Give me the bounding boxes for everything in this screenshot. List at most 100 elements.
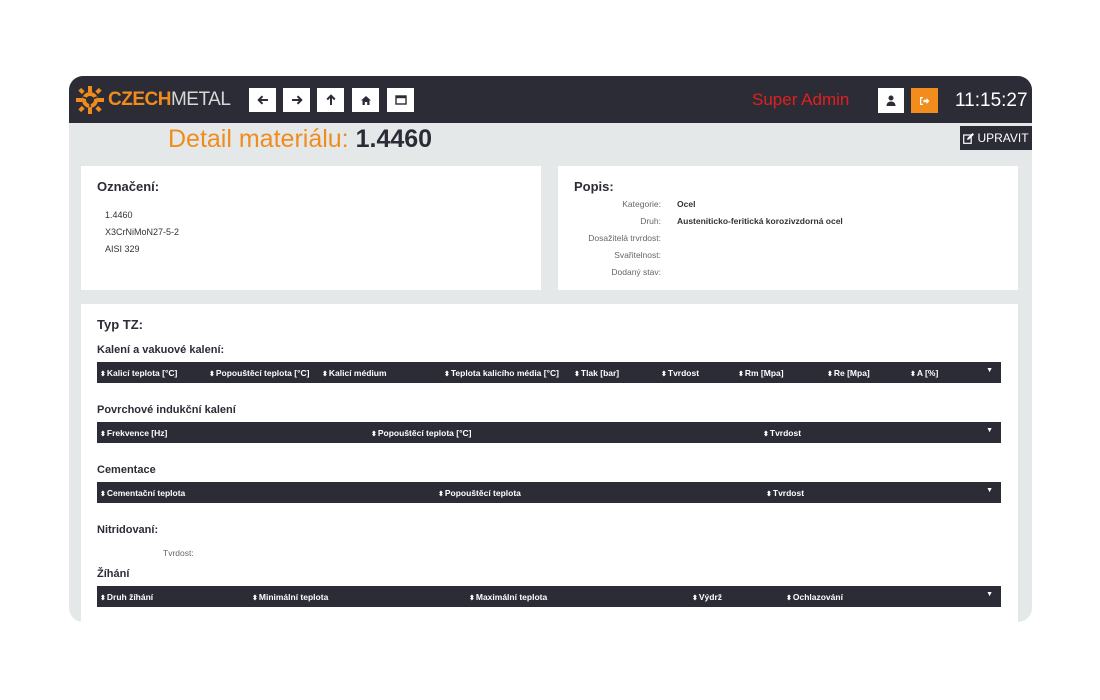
- window-icon: [394, 95, 407, 105]
- logout-icon: [920, 96, 930, 105]
- sort-icon: ⬍: [252, 595, 258, 602]
- edit-button-label: UPRAVIT: [977, 131, 1029, 145]
- sort-icon: ⬍: [209, 371, 215, 378]
- top-bar: CZECH METAL Super Admin 11:15:27: [69, 76, 1032, 123]
- sort-icon: ⬍: [100, 431, 106, 438]
- sort-icon: ⬍: [371, 431, 377, 438]
- forward-button[interactable]: [283, 88, 310, 112]
- sort-icon: ⬍: [100, 491, 106, 498]
- sort-icon: ⬍: [692, 595, 698, 602]
- povrchove-table-header: ⬍Frekvence [Hz] ⬍Popouštěcí teplota [°C]…: [97, 422, 1001, 443]
- logo-text-czech: CZECH: [108, 89, 171, 110]
- clock: 11:15:27: [955, 90, 1028, 111]
- logo[interactable]: CZECH METAL: [75, 85, 231, 115]
- prop-label: Dodaný stav:: [611, 267, 661, 277]
- sort-icon: ⬍: [444, 371, 450, 378]
- oznaceni-codes: 1.4460 X3CrNiMoN27-5-2 AISI 329: [105, 207, 179, 258]
- chevron-down-icon[interactable]: ▼: [986, 591, 993, 598]
- oznaceni-panel: Označení: 1.4460 X3CrNiMoN27-5-2 AISI 32…: [81, 166, 541, 290]
- sort-icon: ⬍: [100, 595, 106, 602]
- sort-icon: ⬍: [322, 371, 328, 378]
- gear-logo-icon: [76, 86, 104, 114]
- kaleni-title: Kalení a vakuové kalení:: [97, 344, 225, 356]
- up-button[interactable]: [317, 88, 344, 112]
- prop-label: Dosažitelá trvrdost:: [588, 233, 661, 243]
- column-header[interactable]: ⬍Frekvence [Hz]: [100, 428, 167, 438]
- cementace-title: Cementace: [97, 464, 156, 476]
- popis-values: Ocel Austeniticko-feritická korozivzdorn…: [677, 196, 843, 281]
- oznaceni-title: Označení:: [97, 179, 160, 194]
- column-header[interactable]: ⬍Popouštěcí teplota [°C]: [209, 368, 309, 378]
- typ-tz-panel: Typ TZ: Kalení a vakuové kalení: ⬍Kalicí…: [81, 304, 1018, 622]
- column-header[interactable]: ⬍Druh žíhání: [100, 592, 153, 602]
- sort-icon: ⬍: [910, 371, 916, 378]
- column-header[interactable]: ⬍Rm [Mpa]: [738, 368, 784, 378]
- logo-text-metal: METAL: [170, 89, 231, 110]
- column-header[interactable]: ⬍Tvrdost: [763, 428, 801, 438]
- edit-icon: [963, 132, 975, 144]
- column-header[interactable]: ⬍Popouštěcí teplota [°C]: [371, 428, 471, 438]
- sort-icon: ⬍: [786, 595, 792, 602]
- nitridovani-tvrdost-label: Tvrdost:: [163, 548, 194, 558]
- sort-icon: ⬍: [438, 491, 444, 498]
- column-header[interactable]: ⬍Minimální teplota: [252, 592, 328, 602]
- home-button[interactable]: [352, 88, 379, 112]
- prop-label: Svařitelnost:: [614, 250, 661, 260]
- arrow-right-icon: [291, 95, 303, 105]
- prop-label: Druh:: [640, 216, 661, 226]
- popis-panel: Popis: Kategorie: Druh: Dosažitelá trvrd…: [558, 166, 1018, 290]
- chevron-down-icon[interactable]: ▼: [986, 427, 993, 434]
- user-name[interactable]: Super Admin: [752, 90, 849, 110]
- code-item: X3CrNiMoN27-5-2: [105, 227, 180, 237]
- page-title-label: Detail materiálu:: [168, 125, 349, 153]
- window-button[interactable]: [387, 88, 414, 112]
- column-header[interactable]: ⬍Tvrdost: [766, 488, 804, 498]
- sort-icon: ⬍: [574, 371, 580, 378]
- column-header[interactable]: ⬍A [%]: [910, 368, 938, 378]
- povrchove-title: Povrchové indukční kalení: [97, 404, 236, 416]
- column-header[interactable]: ⬍Maximální teplota: [469, 592, 547, 602]
- cementace-table-header: ⬍Cementační teplota ⬍Popouštěcí teplota …: [97, 482, 1001, 503]
- column-header[interactable]: ⬍Kalicí médium: [322, 368, 387, 378]
- sort-icon: ⬍: [661, 371, 667, 378]
- zihani-title: Žíhání: [97, 568, 130, 580]
- chevron-down-icon[interactable]: ▼: [986, 487, 993, 494]
- column-header[interactable]: ⬍Ochlazování: [786, 592, 843, 602]
- column-header[interactable]: ⬍Tvrdost: [661, 368, 699, 378]
- logout-button[interactable]: [911, 88, 938, 113]
- column-header[interactable]: ⬍Tlak [bar]: [574, 368, 619, 378]
- kaleni-table-header: ⬍Kalicí teplota [°C] ⬍Popouštěcí teplota…: [97, 362, 1001, 383]
- column-header[interactable]: ⬍Výdrž: [692, 592, 722, 602]
- page-title: Detail materiálu: 1.4460: [168, 125, 432, 154]
- nitridovani-title: Nitridovaní:: [97, 524, 159, 536]
- sort-icon: ⬍: [738, 371, 744, 378]
- column-header[interactable]: ⬍Kalicí teplota [°C]: [100, 368, 177, 378]
- user-icon: [886, 95, 896, 106]
- sort-icon: ⬍: [100, 371, 106, 378]
- code-item: AISI 329: [105, 244, 140, 254]
- chevron-down-icon[interactable]: ▼: [986, 367, 993, 374]
- column-header[interactable]: ⬍Cementační teplota: [100, 488, 185, 498]
- code-item: 1.4460: [105, 210, 133, 220]
- column-header[interactable]: ⬍Re [Mpa]: [827, 368, 870, 378]
- arrow-left-icon: [256, 95, 268, 105]
- prop-label: Kategorie:: [622, 199, 661, 209]
- sort-icon: ⬍: [827, 371, 833, 378]
- prop-value: [677, 230, 843, 247]
- sort-icon: ⬍: [766, 491, 772, 498]
- prop-value: [677, 247, 843, 264]
- app-window: CZECH METAL Super Admin 11:15:27 Detail m…: [69, 76, 1032, 622]
- typ-tz-title: Typ TZ:: [97, 317, 143, 332]
- column-header[interactable]: ⬍Popouštěcí teplota: [438, 488, 521, 498]
- column-header[interactable]: ⬍Teplota kalicího média [°C]: [444, 368, 559, 378]
- prop-value: [677, 264, 843, 281]
- back-button[interactable]: [249, 88, 276, 112]
- page-title-value: 1.4460: [355, 125, 433, 153]
- edit-button[interactable]: UPRAVIT: [960, 126, 1032, 150]
- zihani-table-header: ⬍Druh žíhání ⬍Minimální teplota ⬍Maximál…: [97, 586, 1001, 607]
- prop-value: Austeniticko-feritická korozivzdorná oce…: [677, 216, 843, 226]
- sort-icon: ⬍: [469, 595, 475, 602]
- user-profile-button[interactable]: [878, 88, 904, 113]
- popis-title: Popis:: [574, 179, 614, 194]
- popis-labels: Kategorie: Druh: Dosažitelá trvrdost: Sv…: [558, 196, 661, 281]
